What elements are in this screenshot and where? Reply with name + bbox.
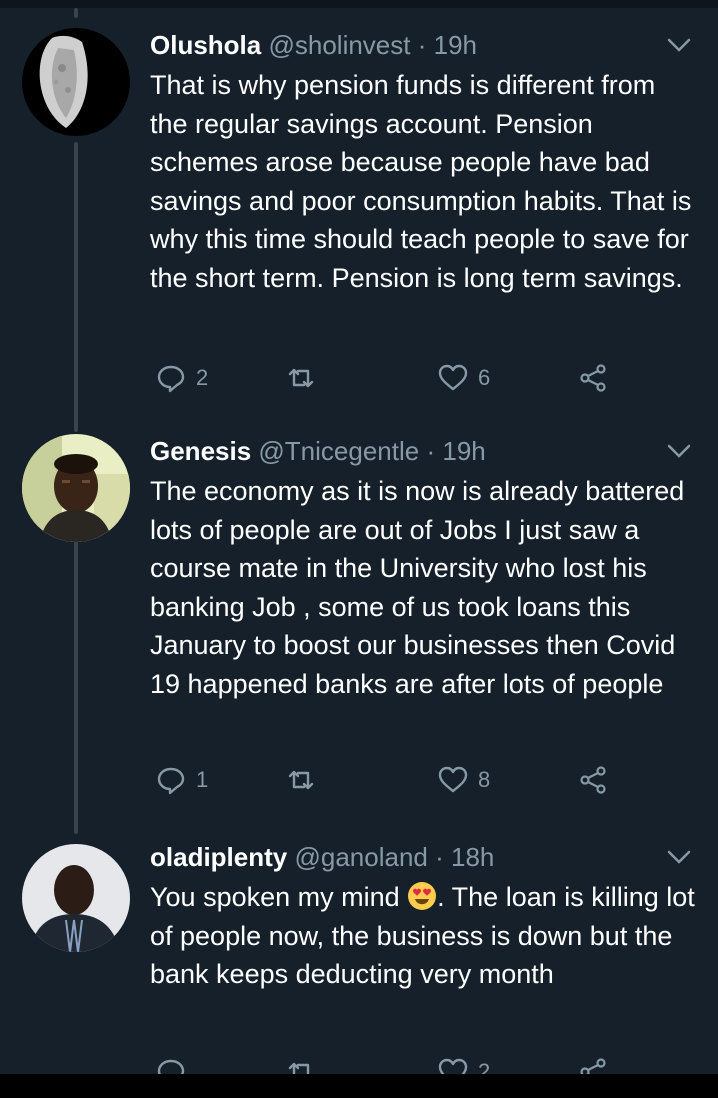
status-bar-edge: [0, 0, 718, 8]
tweet-header: oladiplenty @ganoland · 18h: [150, 840, 494, 874]
avatar[interactable]: [22, 28, 130, 136]
separator: ·: [417, 30, 427, 60]
tweet-header: Olushola @sholinvest · 19h: [150, 28, 477, 62]
share-button[interactable]: [578, 760, 608, 800]
reply-icon: [157, 767, 185, 795]
navigation-bar-edge: [0, 1074, 718, 1098]
tweet-text-part: You spoken my mind: [150, 882, 408, 912]
avatar[interactable]: [22, 844, 130, 952]
reply-button[interactable]: 1: [156, 760, 208, 800]
share-button[interactable]: [578, 358, 608, 398]
reply-icon: [157, 365, 185, 393]
tweet[interactable]: oladiplenty @ganoland · 18h You spoken m…: [0, 840, 718, 1087]
reply-button[interactable]: 2: [156, 358, 208, 398]
like-button[interactable]: 6: [438, 358, 490, 398]
username[interactable]: @sholinvest: [268, 30, 410, 60]
like-count: 8: [478, 767, 491, 792]
timestamp[interactable]: 18h: [451, 842, 494, 872]
username[interactable]: @ganoland: [294, 842, 427, 872]
separator: ·: [435, 842, 444, 872]
avatar[interactable]: [22, 434, 130, 542]
tweet-actions: 2 6: [150, 358, 710, 398]
thread-line: [74, 8, 78, 18]
tweet-actions: 1 8: [150, 760, 710, 800]
chevron-down-icon[interactable]: [666, 442, 692, 460]
retweet-button[interactable]: [286, 760, 326, 800]
tweet[interactable]: Olushola @sholinvest · 19h That is why p…: [0, 28, 718, 408]
timestamp[interactable]: 19h: [434, 30, 477, 60]
retweet-button[interactable]: [286, 358, 326, 398]
heart-icon: [438, 766, 468, 793]
tweet-text: You spoken my mind . The loan is killing…: [150, 878, 700, 994]
reply-count: 2: [196, 365, 209, 390]
heart-icon: [438, 364, 468, 391]
tweet-text: That is why pension funds is different f…: [150, 70, 692, 293]
tweet-text: The economy as it is now is already batt…: [150, 476, 685, 699]
timestamp[interactable]: 19h: [442, 436, 485, 466]
separator: ·: [426, 436, 436, 466]
like-count: 6: [478, 365, 491, 390]
display-name[interactable]: Genesis: [150, 436, 251, 466]
chevron-down-icon[interactable]: [666, 36, 692, 54]
tweet[interactable]: Genesis @Tnicegentle · 19h The economy a…: [0, 434, 718, 814]
tweet-header: Genesis @Tnicegentle · 19h: [150, 434, 486, 468]
share-icon: [580, 364, 606, 392]
retweet-icon: [288, 368, 314, 388]
display-name[interactable]: Olushola: [150, 30, 261, 60]
share-icon: [580, 766, 606, 794]
retweet-icon: [288, 770, 314, 790]
username[interactable]: @Tnicegentle: [258, 436, 419, 466]
chevron-down-icon[interactable]: [666, 848, 692, 866]
heart-eyes-emoji-icon: [408, 882, 437, 910]
reply-count: 1: [196, 767, 209, 792]
like-button[interactable]: 8: [438, 760, 490, 800]
display-name[interactable]: oladiplenty: [150, 842, 287, 872]
